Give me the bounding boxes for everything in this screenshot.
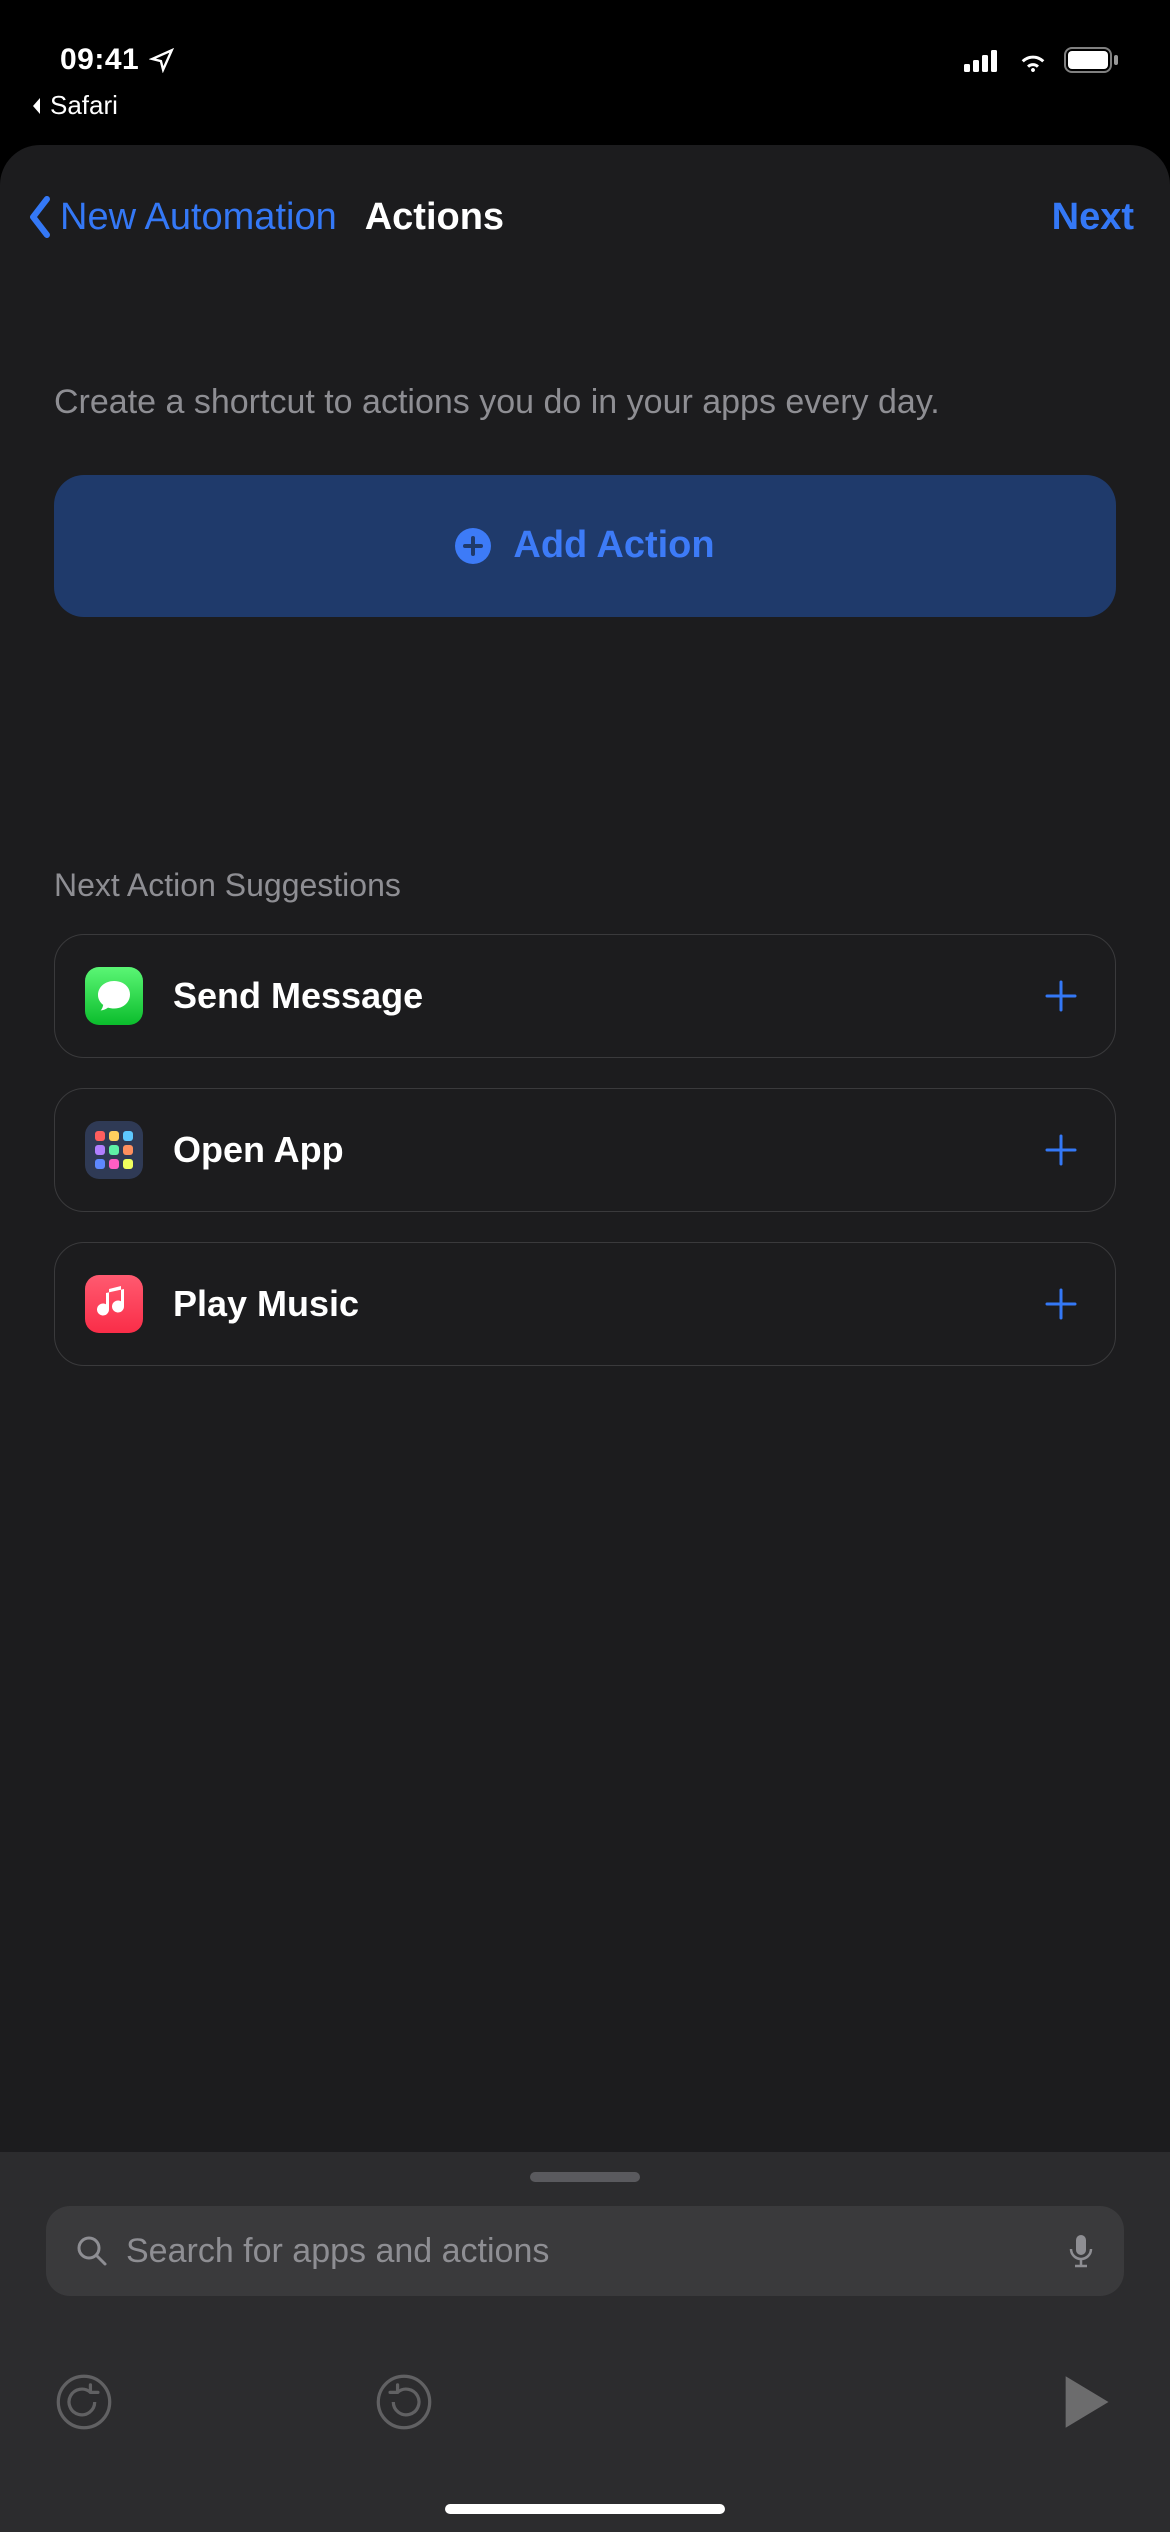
messages-icon bbox=[85, 967, 143, 1025]
battery-icon bbox=[1064, 47, 1120, 73]
status-right bbox=[964, 47, 1120, 73]
status-time: 09:41 bbox=[60, 43, 175, 77]
next-button[interactable]: Next bbox=[1052, 196, 1134, 239]
suggestion-label: Open App bbox=[173, 1129, 1011, 1171]
back-to-app[interactable]: Safari bbox=[28, 90, 118, 121]
home-indicator[interactable] bbox=[445, 2504, 725, 2514]
sheet-grabber[interactable] bbox=[530, 2172, 640, 2182]
suggestion-play-music[interactable]: Play Music bbox=[54, 1242, 1116, 1366]
search-icon bbox=[76, 2235, 108, 2267]
suggestion-label: Play Music bbox=[173, 1283, 1011, 1325]
plus-icon bbox=[1043, 1132, 1079, 1168]
status-bar: 09:41 bbox=[0, 0, 1170, 100]
toolbar bbox=[0, 2332, 1170, 2532]
wifi-icon bbox=[1016, 48, 1050, 72]
add-suggestion-button[interactable] bbox=[1041, 1130, 1081, 1170]
run-button[interactable] bbox=[1056, 2372, 1116, 2432]
plus-icon bbox=[1043, 978, 1079, 1014]
plus-icon bbox=[1043, 1286, 1079, 1322]
suggestion-label: Send Message bbox=[173, 975, 1011, 1017]
add-suggestion-button[interactable] bbox=[1041, 1284, 1081, 1324]
search-placeholder: Search for apps and actions bbox=[126, 2232, 1050, 2271]
location-icon bbox=[149, 47, 175, 73]
suggestions-header: Next Action Suggestions bbox=[0, 617, 1170, 904]
add-action-button[interactable]: Add Action bbox=[54, 475, 1116, 617]
add-suggestion-button[interactable] bbox=[1041, 976, 1081, 1016]
nav-back[interactable]: New Automation Actions bbox=[26, 195, 504, 239]
chevron-left-icon bbox=[26, 195, 54, 239]
status-time-text: 09:41 bbox=[60, 43, 139, 77]
back-to-app-label: Safari bbox=[50, 90, 118, 121]
nav-back-label: New Automation bbox=[60, 196, 337, 239]
back-caret-icon bbox=[28, 96, 44, 116]
add-action-label: Add Action bbox=[513, 524, 714, 567]
cellular-icon bbox=[964, 48, 1002, 72]
suggestions-list: Send Message Open App Play Music bbox=[0, 904, 1170, 1366]
sheet: New Automation Actions Next Create a sho… bbox=[0, 145, 1170, 2532]
suggestion-send-message[interactable]: Send Message bbox=[54, 934, 1116, 1058]
suggestion-open-app[interactable]: Open App bbox=[54, 1088, 1116, 1212]
redo-button[interactable] bbox=[374, 2372, 434, 2432]
nav-bar: New Automation Actions Next bbox=[0, 145, 1170, 269]
description-text: Create a shortcut to actions you do in y… bbox=[0, 269, 1170, 427]
music-icon bbox=[85, 1275, 143, 1333]
microphone-icon[interactable] bbox=[1068, 2233, 1094, 2269]
apps-grid-icon bbox=[85, 1121, 143, 1179]
search-panel[interactable]: Search for apps and actions bbox=[0, 2152, 1170, 2332]
search-input[interactable]: Search for apps and actions bbox=[46, 2206, 1124, 2296]
page-title: Actions bbox=[365, 196, 504, 239]
plus-circle-icon bbox=[455, 528, 491, 564]
undo-button[interactable] bbox=[54, 2372, 114, 2432]
